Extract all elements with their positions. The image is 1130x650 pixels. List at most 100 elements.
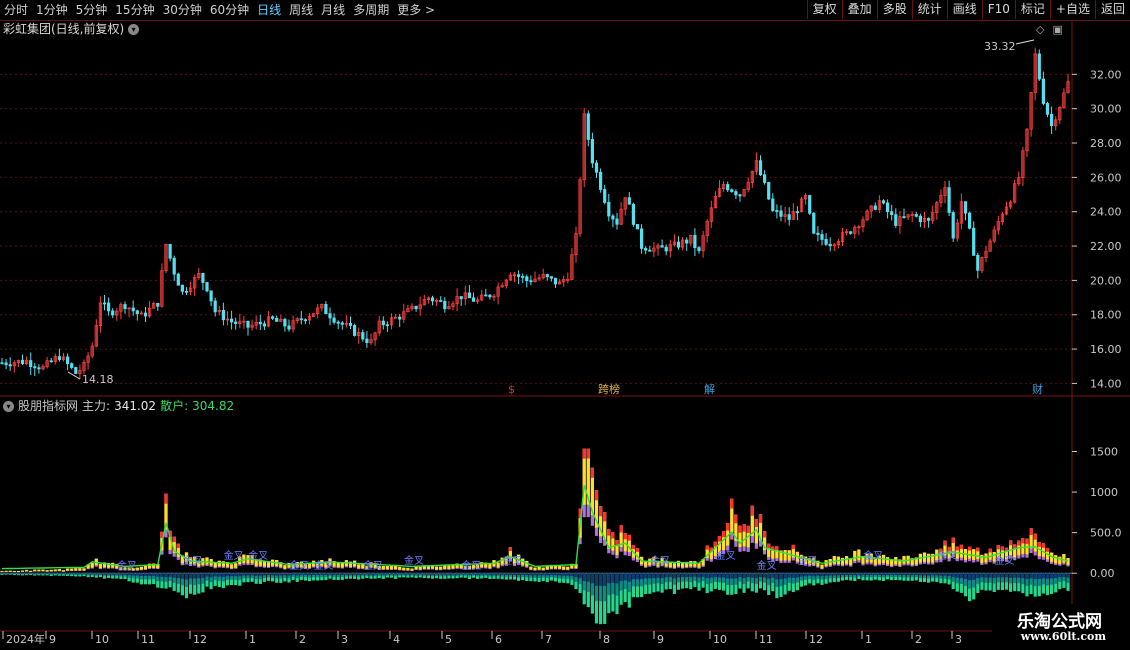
retail-bar [49, 573, 53, 574]
candle-body [529, 280, 533, 283]
price-axis-label: 26.00 [1090, 171, 1122, 184]
retail-bar [496, 573, 500, 575]
time-axis-label: 2 [915, 633, 922, 646]
retail-bar [201, 573, 205, 579]
retail-bar [570, 573, 574, 577]
candle-body [795, 211, 800, 214]
retail-bar [484, 573, 488, 575]
retail-bar [910, 573, 914, 576]
candle-body [361, 332, 365, 340]
retail-bar [586, 573, 590, 582]
candle-body [229, 318, 234, 323]
price-axis-label: 18.00 [1090, 309, 1122, 322]
retail-bar [845, 573, 849, 575]
retail-bar [791, 573, 795, 578]
main-force-bar [840, 557, 845, 565]
main-force-bar [857, 549, 861, 561]
main-force-bar [57, 569, 61, 571]
golden-cross-label: 金叉 [994, 554, 1014, 567]
main-force-bar [586, 448, 590, 459]
candle-body [963, 201, 968, 214]
retail-bar [271, 573, 275, 576]
retail-bar [250, 573, 254, 576]
retail-bar [1009, 573, 1013, 578]
retail-bar [480, 573, 484, 575]
candle-body [1041, 78, 1045, 104]
retail-bar [471, 573, 476, 575]
candle-body [184, 290, 189, 293]
main-force-bar [886, 557, 890, 565]
main-force-bar [25, 569, 29, 572]
candle-body [976, 254, 980, 271]
main-force-bar [672, 563, 676, 568]
main-force-bar [357, 564, 361, 569]
retail-bar [824, 573, 828, 576]
candle-body [1050, 113, 1054, 127]
retail-bar [328, 573, 332, 575]
main-force-bar [41, 569, 45, 572]
retail-bar [1062, 573, 1066, 577]
retail-bar [754, 573, 758, 579]
golden-cross-label: 金叉 [363, 559, 383, 572]
retail-bar [640, 573, 644, 580]
main-force-bar [681, 562, 685, 568]
candle-body [611, 215, 615, 220]
main-force-bar [4, 570, 8, 572]
candle-body [201, 272, 205, 283]
retail-bar [508, 573, 512, 575]
candle-body [467, 292, 472, 299]
retail-bar [713, 573, 717, 578]
retail-bar [488, 573, 492, 575]
candle-body [275, 317, 279, 322]
candle-body [660, 245, 664, 248]
time-axis-label: 11 [759, 633, 773, 646]
candle-body [816, 232, 820, 235]
time-axis-label: 10 [95, 633, 109, 646]
retail-bar [131, 573, 135, 576]
retail-bar [266, 573, 271, 576]
main-force-bar [566, 566, 570, 570]
candle-body [262, 323, 267, 327]
golden-cross-label: 金叉 [863, 549, 883, 562]
retail-bar [1004, 573, 1009, 578]
retail-bar [435, 573, 439, 575]
time-axis-label: 12 [809, 633, 823, 646]
retail-bar [795, 573, 799, 578]
retail-bar [209, 573, 213, 578]
candle-body [4, 362, 8, 366]
candle-body [74, 367, 78, 374]
candle-body [111, 310, 115, 316]
price-axis-label: 20.00 [1090, 274, 1122, 287]
golden-cross-label: 金叉 [289, 559, 309, 572]
retail-bar [61, 573, 66, 574]
retail-bar [676, 573, 681, 578]
retail-bar [422, 573, 426, 575]
golden-cross-label: 金叉 [502, 554, 522, 567]
main-force-bar [607, 528, 611, 536]
candle-body [8, 364, 12, 367]
retail-bar [86, 573, 90, 575]
golden-cross-label: 金叉 [937, 549, 957, 562]
main-force-bar [599, 506, 603, 517]
chart-canvas[interactable]: 32.0030.0028.0026.0024.0022.0020.0018.00… [0, 0, 1130, 650]
price-axis-label: 22.00 [1090, 240, 1122, 253]
retail-bar [213, 573, 217, 577]
main-force-bar [693, 561, 697, 567]
main-force-bar [537, 566, 541, 570]
candle-body [488, 294, 492, 298]
retail-bar [1058, 573, 1062, 578]
candle-body [143, 312, 148, 317]
candle-body [365, 338, 369, 343]
retail-bar [722, 573, 726, 578]
main-force-bar [90, 562, 94, 568]
retail-bar [279, 573, 283, 576]
retail-bar [779, 573, 783, 580]
main-force-bar [615, 540, 619, 545]
main-force-bar [139, 566, 143, 570]
candle-body [767, 182, 771, 200]
retail-bar [730, 573, 734, 579]
retail-bar [631, 573, 635, 580]
candle-body [697, 247, 701, 252]
main-force-bar [832, 556, 836, 564]
retail-bar [726, 573, 730, 579]
